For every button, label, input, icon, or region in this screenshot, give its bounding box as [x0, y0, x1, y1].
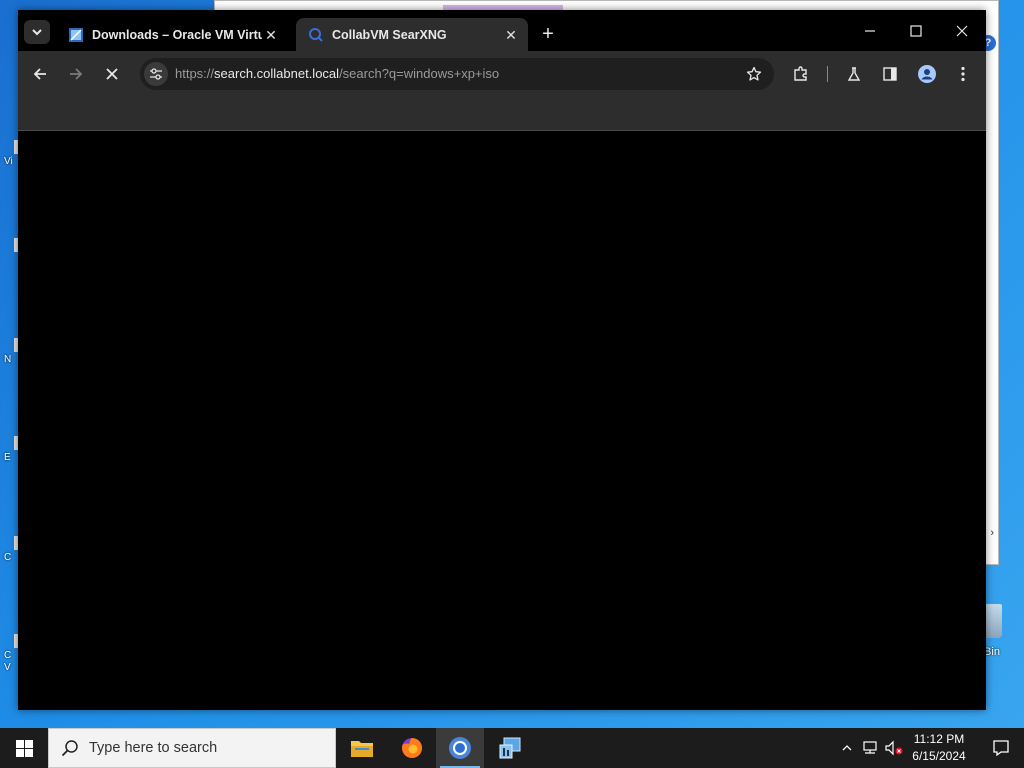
- url-host: search.collabnet.local: [214, 66, 340, 81]
- control-panel-taskbar-button[interactable]: [486, 728, 534, 768]
- desktop-icon[interactable]: C V: [4, 634, 18, 674]
- minimize-button[interactable]: [850, 18, 890, 44]
- minimize-icon: [865, 30, 875, 32]
- recycle-bin-label: Bin: [984, 646, 1000, 658]
- taskbar: Type here to search 11:12 PM 6/15/2024: [0, 728, 1024, 768]
- virtualbox-favicon-icon: [69, 28, 83, 42]
- desktop-icon[interactable]: [4, 238, 18, 254]
- browser-window: Downloads – Oracle VM Virtua ✕ CollabVM …: [18, 10, 986, 710]
- desktop-icon[interactable]: E: [4, 436, 18, 464]
- chrome-taskbar-button[interactable]: [436, 728, 484, 768]
- chevron-right-icon[interactable]: ›: [990, 527, 994, 539]
- side-panel-icon: [883, 67, 897, 81]
- star-icon: [746, 66, 762, 81]
- clock-date: 6/15/2024: [912, 749, 966, 763]
- back-button[interactable]: [26, 60, 54, 88]
- extensions-button[interactable]: [787, 60, 815, 88]
- control-panel-icon: [499, 737, 521, 759]
- network-icon[interactable]: [860, 738, 880, 758]
- file-explorer-taskbar-button[interactable]: [338, 728, 386, 768]
- searxng-favicon-icon: [309, 28, 323, 42]
- side-panel-button[interactable]: [876, 60, 904, 88]
- tab-title: CollabVM SearXNG: [332, 28, 447, 42]
- menu-button[interactable]: [949, 60, 977, 88]
- bookmarks-bar: [18, 97, 986, 131]
- kebab-menu-icon: [961, 66, 965, 82]
- title-bar[interactable]: Downloads – Oracle VM Virtua ✕ CollabVM …: [18, 10, 986, 52]
- url-path: /search?q=windows+xp+iso: [339, 66, 500, 81]
- clock-time: 11:12 PM: [913, 732, 965, 746]
- toolbar-divider: [827, 66, 828, 82]
- forward-button[interactable]: [62, 60, 90, 88]
- desktop-icon[interactable]: N: [4, 338, 18, 366]
- close-icon: [956, 25, 968, 37]
- page-content[interactable]: [18, 132, 986, 710]
- start-button[interactable]: [0, 728, 48, 768]
- url-scheme: https://: [175, 66, 215, 81]
- site-info-button[interactable]: [144, 62, 168, 86]
- taskbar-search-box[interactable]: Type here to search: [48, 728, 336, 768]
- profile-button[interactable]: [913, 60, 941, 88]
- url-text: https://search.collabnet.local/search?q=…: [175, 66, 499, 81]
- notification-center-button[interactable]: [978, 728, 1024, 768]
- firefox-taskbar-button[interactable]: [388, 728, 436, 768]
- firefox-icon: [402, 737, 423, 758]
- search-placeholder: Type here to search: [89, 740, 218, 756]
- arrow-right-icon: [70, 68, 83, 80]
- puzzle-icon: [794, 66, 807, 81]
- close-window-button[interactable]: [942, 18, 982, 44]
- stop-x-icon: [106, 68, 118, 80]
- search-icon: [61, 740, 78, 757]
- tab-search-button[interactable]: [24, 20, 50, 44]
- tune-icon: [150, 68, 162, 80]
- maximize-icon: [910, 25, 922, 37]
- bookmark-star-button[interactable]: [744, 64, 764, 84]
- chrome-icon: [449, 737, 471, 759]
- stop-loading-button[interactable]: [98, 60, 126, 88]
- tab-title: Downloads – Oracle VM Virtua: [92, 28, 262, 42]
- desktop-icon[interactable]: C: [4, 536, 18, 564]
- close-tab-icon[interactable]: ✕: [502, 26, 520, 44]
- tab-downloads[interactable]: Downloads – Oracle VM Virtua ✕: [56, 18, 288, 52]
- windows-logo-icon: [15, 739, 33, 757]
- desktop-icon[interactable]: Vi: [4, 140, 18, 168]
- arrow-left-icon: [33, 68, 46, 80]
- new-tab-button[interactable]: +: [536, 22, 560, 46]
- labs-button[interactable]: [840, 60, 868, 88]
- volume-muted-icon[interactable]: [884, 738, 904, 758]
- chevron-down-icon: [32, 29, 42, 36]
- flask-icon: [847, 67, 861, 81]
- system-clock[interactable]: 11:12 PM 6/15/2024: [904, 731, 974, 765]
- folder-icon: [351, 741, 373, 757]
- notification-icon: [993, 740, 1009, 757]
- address-bar[interactable]: https://search.collabnet.local/search?q=…: [140, 58, 774, 90]
- navigation-toolbar: https://search.collabnet.local/search?q=…: [18, 51, 986, 97]
- maximize-button[interactable]: [896, 18, 936, 44]
- tab-searxng[interactable]: CollabVM SearXNG ✕: [296, 18, 528, 52]
- chevron-up-icon[interactable]: [837, 738, 857, 758]
- close-tab-icon[interactable]: ✕: [262, 26, 280, 44]
- avatar-icon: [918, 65, 936, 83]
